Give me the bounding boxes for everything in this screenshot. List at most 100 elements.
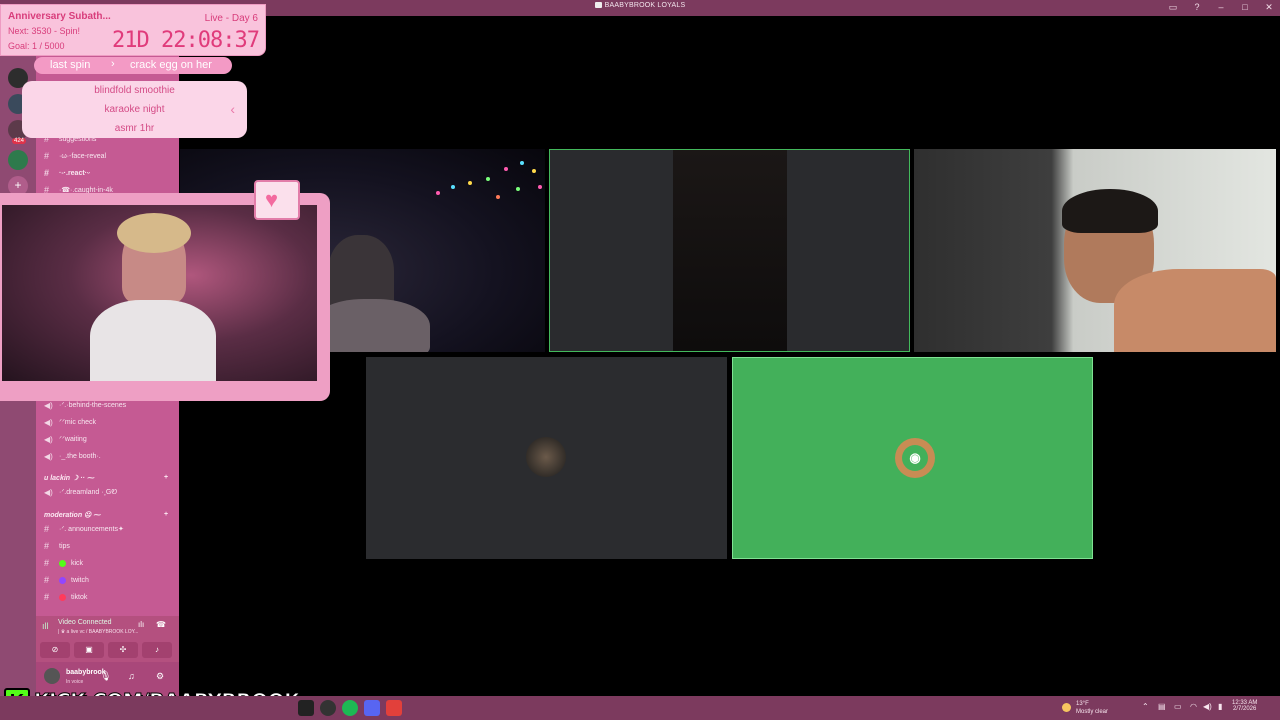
twitch-dot-icon [59, 576, 66, 584]
channel-item[interactable]: # ·ᐟ. announcements✦ [44, 522, 124, 536]
channel-label: tips [59, 542, 70, 550]
category-header[interactable]: u lackin ☽ ·· ⁓ + [44, 474, 168, 482]
hash-icon: # [44, 541, 50, 551]
streamer-shirt [90, 300, 216, 381]
hash-icon: # [44, 575, 50, 585]
battery-icon[interactable]: ▮ [1218, 702, 1222, 711]
minimize-button[interactable]: – [1216, 2, 1226, 13]
chevron-up-icon[interactable]: ⌃ [1142, 702, 1149, 711]
channel-label: ·ᐟ.·behind-the-scenes [59, 402, 127, 409]
voice-channel-item[interactable]: ◀) ·ᐟ.dreamland ·˳GᏬ [44, 485, 117, 499]
tiktok-icon[interactable] [298, 700, 314, 716]
speaker-icon: ◀) [44, 487, 53, 497]
server-icon[interactable] [8, 150, 28, 170]
heart-icon: ♥ [265, 187, 279, 212]
window-controls: ▭ ? – □ ✕ [1168, 2, 1274, 13]
channel-item[interactable]: # tiktok [44, 590, 87, 604]
last-spin-bar: last spin › crack egg on her [34, 57, 232, 74]
signal-icon: ıll [42, 621, 49, 631]
system-clock[interactable]: 12:33 AM 2/7/2026 [1232, 700, 1257, 712]
speaker-icon: ◀) [44, 451, 53, 461]
hash-icon: # [44, 168, 50, 178]
channel-label: twitch [71, 576, 89, 584]
soundboard-button[interactable]: ♪ [142, 642, 172, 658]
noise-suppression-icon[interactable]: ılı [138, 620, 144, 629]
hash-icon: # [44, 592, 50, 602]
window-title-text: BAABYBROOK LOYALS [604, 2, 686, 9]
channel-label: ·ᐟ. announcements✦ [59, 526, 124, 533]
spotify-icon[interactable] [342, 700, 358, 716]
help-icon[interactable]: ? [1192, 2, 1202, 13]
channel-label: ᐟᐟwaiting [59, 436, 87, 443]
video-tile-speaking[interactable] [549, 149, 910, 352]
speaker-icon: ◀) [44, 434, 53, 444]
avatar[interactable] [44, 668, 60, 684]
microphone-icon[interactable]: 🎙 [100, 671, 111, 682]
screen-share-button[interactable]: ▣ [74, 642, 104, 658]
participant-avatar: ◉ [895, 438, 935, 478]
spin-option: karaoke night [104, 104, 165, 115]
mention-badge: 424 [12, 138, 27, 144]
activities-button[interactable]: ✣ [108, 642, 138, 658]
channel-label: tiktok [71, 593, 88, 601]
obs-icon[interactable] [320, 700, 336, 716]
video-tile-avatar-speaking[interactable]: ◉ [732, 357, 1093, 559]
clock-date: 2/7/2026 [1233, 706, 1257, 712]
voice-channel-item[interactable]: ◀) ᐟᐟwaiting [44, 432, 87, 446]
speaker-icon: ◀) [44, 417, 53, 427]
heart-overlay: ♥ [254, 180, 300, 220]
moon-icon [1062, 703, 1071, 712]
discord-logo-icon: ◉ [902, 445, 928, 471]
inbox-icon[interactable]: ▭ [1168, 2, 1178, 13]
channel-item[interactable]: # kick [44, 556, 83, 570]
last-spin-value: crack egg on her [130, 59, 212, 71]
channel-item[interactable]: # ·ω·-face-reveal [44, 149, 106, 163]
app-icon [594, 2, 602, 8]
hash-icon: # [44, 151, 50, 161]
maximize-button[interactable]: □ [1240, 2, 1250, 13]
chevron-right-icon: › [111, 58, 115, 70]
chevron-left-icon: ‹ [230, 101, 235, 117]
add-channel-icon[interactable]: + [164, 474, 168, 481]
network-icon[interactable]: ▤ [1158, 702, 1166, 711]
spin-option: asmr 1hr [114, 123, 155, 134]
voice-location[interactable]: | ♛ a live vc / BAABYBROOK LOY... [58, 629, 138, 635]
add-channel-icon[interactable]: + [164, 511, 168, 518]
kick-dot-icon [59, 559, 66, 567]
video-tile[interactable] [914, 149, 1276, 352]
channel-item[interactable]: # twitch [44, 573, 89, 587]
participant-avatar [526, 437, 566, 477]
subathon-timer: Anniversary Subath... Next: 3530 - Spin!… [0, 4, 266, 56]
brave-icon[interactable] [386, 700, 402, 716]
facecam-video [2, 205, 317, 381]
headphones-icon[interactable]: ♫ [128, 671, 135, 681]
gear-icon[interactable]: ⚙ [156, 671, 164, 682]
volume-icon[interactable]: ◀) [1203, 702, 1212, 711]
category-label: u lackin ☽ ·· ⁓ [44, 475, 94, 482]
channel-label: ᐟᐟmic check [59, 419, 97, 426]
video-tile-avatar[interactable] [366, 357, 727, 559]
channel-item[interactable]: # ·-·.react·ᵕ [44, 166, 90, 180]
voice-channel-item[interactable]: ◀) ᐟᐟmic check [44, 415, 96, 429]
hash-icon: # [44, 558, 50, 568]
speaker-icon: ◀) [44, 400, 53, 410]
discord-icon[interactable] [364, 700, 380, 716]
last-spin-label: last spin [50, 59, 91, 71]
voice-channel-item[interactable]: ◀) ·_.the booth·. [44, 449, 101, 463]
participant-hair [1062, 189, 1158, 233]
streamer-hair [117, 213, 191, 253]
weather-desc: Mostly clear [1076, 709, 1109, 715]
camera-off-button[interactable]: ⊘ [40, 642, 70, 658]
monitor-icon[interactable]: ▭ [1174, 702, 1182, 711]
voice-status: Video Connected [58, 619, 112, 626]
disconnect-icon[interactable]: ☎ [156, 620, 166, 629]
tiktok-dot-icon [59, 593, 66, 601]
subathon-next: Next: 3530 - Spin! [8, 26, 81, 36]
channel-label: ·ᐟ.dreamland ·˳GᏬ [59, 488, 118, 496]
subathon-title: Anniversary Subath... [8, 11, 111, 22]
wifi-icon[interactable]: ◠ [1190, 702, 1197, 711]
subathon-goal: Goal: 1 / 5000 [8, 41, 65, 51]
category-header[interactable]: moderation ☹ ⁓ + [44, 511, 168, 519]
channel-item[interactable]: # tips [44, 539, 70, 553]
close-button[interactable]: ✕ [1264, 2, 1274, 13]
